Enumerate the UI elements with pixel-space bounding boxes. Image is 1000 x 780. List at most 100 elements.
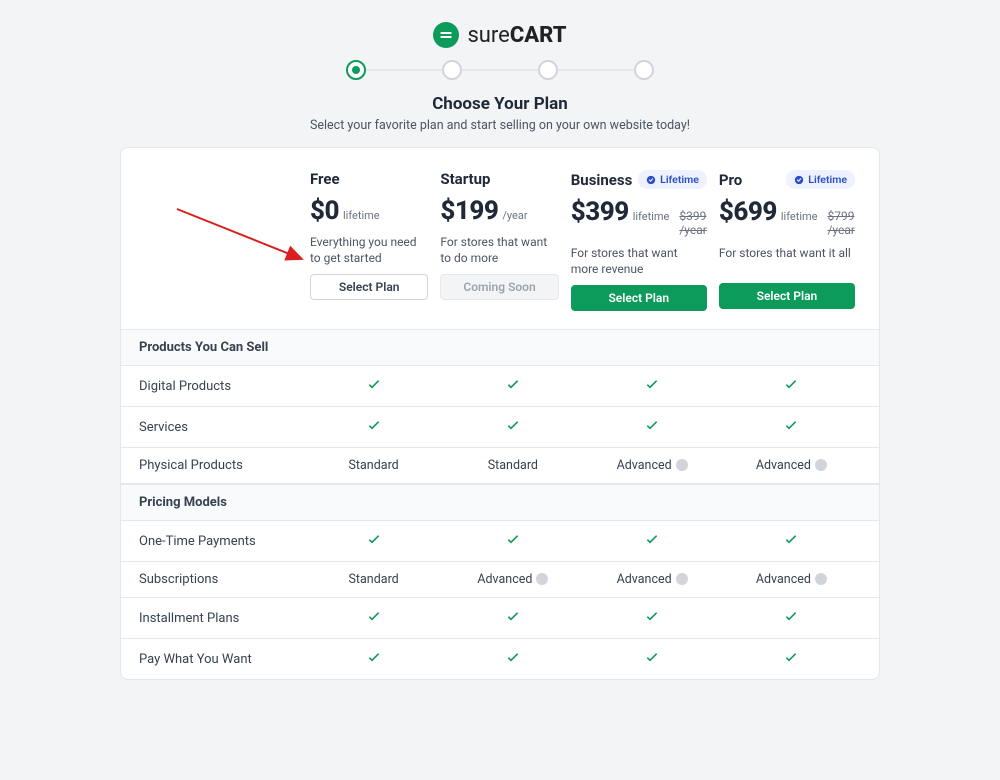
feature-cell xyxy=(722,531,861,551)
feature-cell xyxy=(583,376,722,396)
feature-cell: Advanced xyxy=(722,458,861,473)
info-icon[interactable] xyxy=(676,459,688,471)
info-icon[interactable] xyxy=(815,573,827,585)
feature-cell xyxy=(443,649,582,669)
plan-price: $699 xyxy=(719,197,777,227)
feature-row: SubscriptionsStandardAdvancedAdvancedAdv… xyxy=(121,562,879,598)
plan-price: $399 xyxy=(571,197,629,227)
feature-cell: Advanced xyxy=(583,458,722,473)
check-icon xyxy=(783,536,799,551)
plan-name: Pro xyxy=(719,171,742,189)
feature-row: One-Time Payments xyxy=(121,521,879,562)
step-2-dot[interactable] xyxy=(442,60,462,80)
select-plan-button[interactable]: Select Plan xyxy=(310,274,428,300)
feature-cell xyxy=(443,376,582,396)
feature-cell xyxy=(583,649,722,669)
info-icon[interactable] xyxy=(815,459,827,471)
plan-name: Free xyxy=(310,170,340,188)
feature-row: Physical ProductsStandardStandardAdvance… xyxy=(121,448,879,484)
feature-name: One-Time Payments xyxy=(139,534,304,549)
wizard-stepper xyxy=(120,60,880,80)
plan-name: Startup xyxy=(440,170,490,188)
section-header: Products You Can Sell xyxy=(121,329,879,366)
feature-name: Pay What You Want xyxy=(139,652,304,667)
feature-cell xyxy=(583,417,722,437)
plan-old-price: $799 /year xyxy=(827,209,855,237)
plan-period: lifetime xyxy=(633,210,670,223)
feature-cell xyxy=(304,531,443,551)
feature-row: Services xyxy=(121,407,879,448)
select-plan-button[interactable]: Select Plan xyxy=(571,285,707,311)
feature-cell xyxy=(304,417,443,437)
logo-mark-icon xyxy=(433,22,459,48)
feature-cell: Advanced xyxy=(443,572,582,587)
plan-old-price: $399 /year xyxy=(679,209,707,237)
page-subtitle: Select your favorite plan and start sell… xyxy=(120,118,880,133)
feature-cell xyxy=(304,608,443,628)
feature-cell: Standard xyxy=(304,572,443,587)
check-icon xyxy=(644,381,660,396)
feature-cell: Advanced xyxy=(583,572,722,587)
feature-name: Installment Plans xyxy=(139,611,304,626)
check-icon xyxy=(644,536,660,551)
plan-col-free: Free$0lifetimeEverything you need to get… xyxy=(304,170,434,311)
feature-cell xyxy=(722,649,861,669)
plan-period: lifetime xyxy=(781,210,818,223)
plan-period: /year xyxy=(502,209,527,222)
check-icon xyxy=(783,381,799,396)
step-line xyxy=(462,69,538,71)
plan-col-startup: Startup $199/year For stores that want to … xyxy=(434,170,564,311)
plan-col-pro: Pro Lifetime $699 lifetime $799 /year For sto… xyxy=(713,170,861,311)
feature-name: Digital Products xyxy=(139,379,304,394)
feature-cell: Standard xyxy=(304,458,443,473)
feature-cell xyxy=(304,649,443,669)
check-icon xyxy=(366,422,382,437)
plan-description: For stores that want more revenue xyxy=(571,245,707,277)
feature-name: Subscriptions xyxy=(139,572,304,587)
feature-cell xyxy=(722,417,861,437)
feature-cell xyxy=(443,531,582,551)
info-icon[interactable] xyxy=(676,573,688,585)
brand-logo: sureCART xyxy=(120,22,880,48)
lifetime-badge: Lifetime xyxy=(638,170,707,189)
step-1-dot[interactable] xyxy=(346,60,366,80)
brand-name: sureCART xyxy=(467,23,566,48)
pricing-card: Free$0lifetimeEverything you need to get… xyxy=(120,147,880,680)
feature-cell xyxy=(583,531,722,551)
feature-cell xyxy=(583,608,722,628)
check-icon xyxy=(366,381,382,396)
check-icon xyxy=(366,536,382,551)
check-icon xyxy=(783,613,799,628)
feature-cell: Standard xyxy=(443,458,582,473)
step-4-dot[interactable] xyxy=(634,60,654,80)
feature-cell xyxy=(722,376,861,396)
page-title: Choose Your Plan xyxy=(120,94,880,114)
plan-description: Everything you need to get started xyxy=(310,234,428,266)
lifetime-badge: Lifetime xyxy=(786,170,855,189)
step-3-dot[interactable] xyxy=(538,60,558,80)
feature-cell xyxy=(722,608,861,628)
check-icon xyxy=(366,613,382,628)
step-line xyxy=(366,69,442,71)
select-plan-button[interactable]: Select Plan xyxy=(719,283,855,309)
plan-description: For stores that want to do more xyxy=(440,234,558,266)
feature-cell xyxy=(443,417,582,437)
plan-description: For stores that want it all xyxy=(719,245,855,275)
feature-cell xyxy=(304,376,443,396)
check-icon xyxy=(644,654,660,669)
select-plan-button: Coming Soon xyxy=(440,274,558,300)
feature-row: Digital Products xyxy=(121,366,879,407)
plan-price: $199 xyxy=(440,196,498,226)
info-icon[interactable] xyxy=(536,573,548,585)
feature-cell xyxy=(443,608,582,628)
section-header: Pricing Models xyxy=(121,484,879,521)
check-icon xyxy=(505,613,521,628)
check-icon xyxy=(505,422,521,437)
check-icon xyxy=(783,422,799,437)
plan-period: lifetime xyxy=(343,209,380,222)
feature-name: Physical Products xyxy=(139,458,304,473)
plan-col-business: BusinessLifetime$399lifetime$399 /yearFo… xyxy=(565,170,713,311)
check-icon xyxy=(505,654,521,669)
step-line xyxy=(558,69,634,71)
check-icon xyxy=(644,613,660,628)
